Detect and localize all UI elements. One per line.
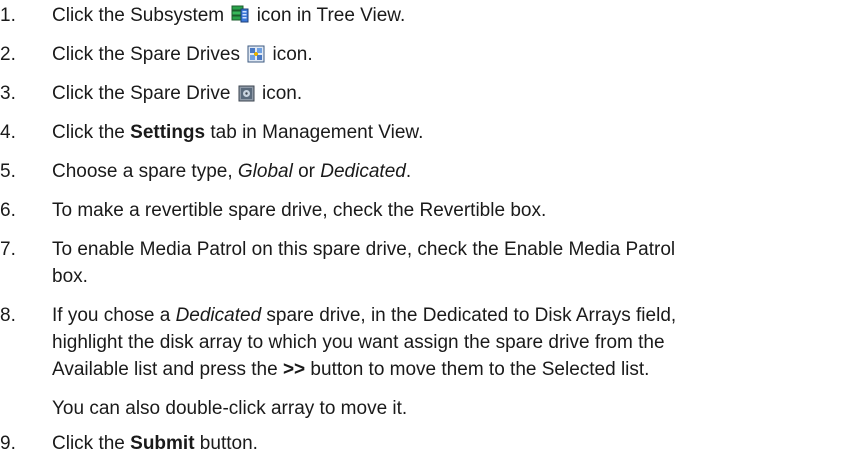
step-text: If you chose a Dedicated spare drive, in… [52,302,842,422]
step-text-part: Click the Spare Drives [52,44,240,65]
step-text-part: Click the Subsystem [52,5,225,26]
settings-tab-label: Settings [130,122,206,143]
step-text-part: . [405,161,412,182]
step-number: 4. [0,122,16,143]
step-number: 9. [0,433,16,454]
step-text-part: icon. [262,83,303,104]
step-text-part: Click the Spare Drive [52,83,231,104]
step-text-part: Click the [52,433,131,454]
step-number: 8. [0,305,16,326]
submit-button-label: Submit [130,433,195,454]
step-text: To make a revertible spare drive, check … [52,200,547,221]
step-number: 6. [0,200,16,221]
step-text-part: If you chose a [52,305,176,326]
spare-type-global: Global [237,161,293,182]
step-text-line: If you chose a Dedicated spare drive, in… [52,302,842,329]
step-text-line: To enable Media Patrol on this spare dri… [52,239,676,260]
step-text: Click the Spare Drive icon. [52,80,842,110]
step-text: To enable Media Patrol on this spare dri… [52,236,842,290]
step-text: Click the Subsystem icon in Tree View. [52,2,842,32]
dedicated-term: Dedicated [175,305,262,326]
step-text-line: Available list and press the >> button t… [52,356,842,383]
step-text-part: icon. [272,44,313,65]
step-number: 2. [0,44,16,65]
move-button-label: >> [282,359,306,380]
step-text-part: button to move them to the Selected list… [305,359,650,380]
step-text: Click the Submit button. [52,430,842,457]
step-text-part: Available list and press the [52,359,283,380]
subsystem-icon [231,5,249,32]
step-text: Click the Settings tab in Management Vie… [52,119,842,146]
step-text-part: or [292,161,321,182]
spare-drive-icon [238,83,255,110]
step-text-part: button. [194,433,258,454]
step-text: Click the Spare Drives icon. [52,41,842,71]
step-text-part: spare drive, in the Dedicated to Disk Ar… [261,305,677,326]
step-text-line: box. [52,266,88,287]
step-number: 7. [0,239,16,260]
step-number: 5. [0,161,16,182]
step-text: Choose a spare type, Global or Dedicated… [52,158,842,185]
step-note: You can also double-click array to move … [52,398,408,419]
step-text-part: tab in Management View. [205,122,424,143]
step-number: 1. [0,5,16,26]
step-text-part: icon in Tree View. [256,5,406,26]
step-number: 3. [0,83,16,104]
step-text-line: highlight the disk array to which you wa… [52,332,665,353]
step-text-part: Choose a spare type, [52,161,238,182]
spare-type-dedicated: Dedicated [320,161,406,182]
step-text-part: Click the [52,122,131,143]
spare-drives-icon [247,44,265,71]
